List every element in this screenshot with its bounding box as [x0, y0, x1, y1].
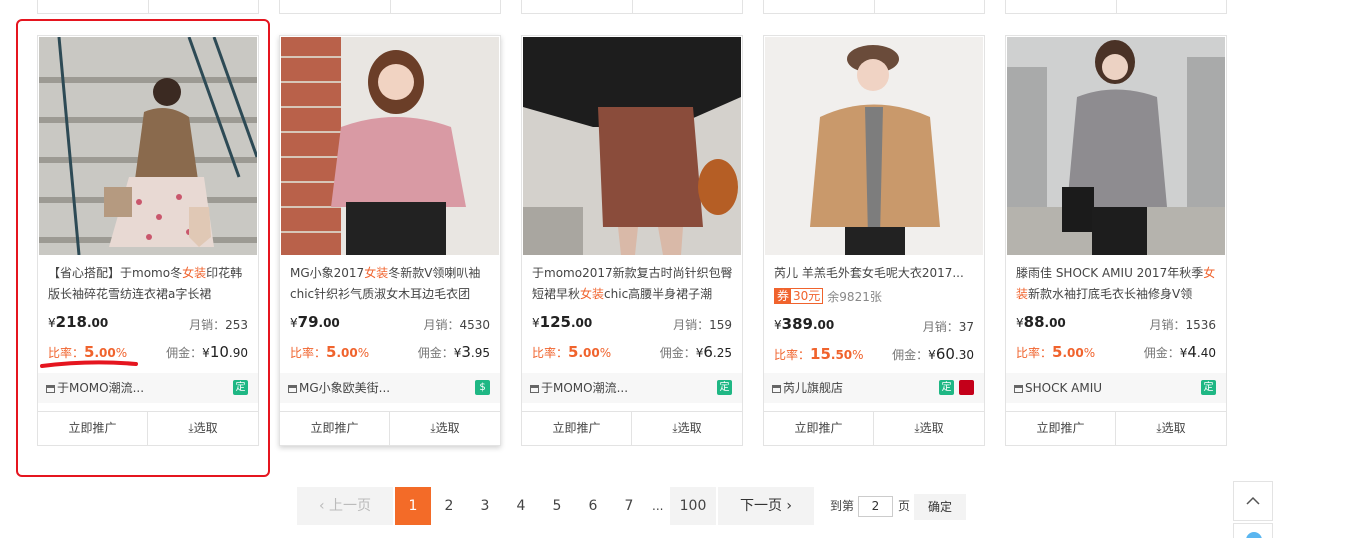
shop-row[interactable]: 于MOMO潮流... 定: [522, 373, 742, 403]
chevron-left-icon: ‹: [318, 498, 330, 514]
page-number-input[interactable]: 2: [858, 496, 893, 517]
product-card[interactable]: 芮儿 羊羔毛外套女毛呢大衣2017... 券 30元 余9821张 ¥389.00 …: [763, 35, 985, 446]
select-button[interactable]: ⤓选取: [1116, 412, 1226, 445]
card-actions: 立即推广 ⤓选取: [764, 411, 984, 445]
money-bag-icon: $: [475, 380, 490, 395]
shop-row[interactable]: SHOCK AMIU 定: [1006, 373, 1226, 403]
product-card[interactable]: 滕雨佳 SHOCK AMIU 2017年秋季女装新款水袖打底毛衣长袖修身V领 ¥…: [1005, 35, 1227, 446]
product-title[interactable]: MG小象2017女装冬新款V领喇叭袖chic针织衫气质淑女木耳边毛衣团: [290, 263, 492, 305]
ding-badge-icon: 定: [717, 380, 732, 395]
promote-button[interactable]: 立即推广: [1006, 412, 1116, 445]
customer-service-button[interactable]: [1233, 523, 1273, 538]
page-button-1[interactable]: 1: [395, 487, 431, 525]
page-button-6[interactable]: 6: [575, 487, 611, 525]
page-button-5[interactable]: 5: [539, 487, 575, 525]
confirm-page-button[interactable]: 确定: [914, 494, 966, 520]
page-unit-label: 页: [898, 499, 911, 513]
promote-button[interactable]: 立即推广: [764, 412, 874, 445]
product-card-prev-row: [1005, 0, 1227, 14]
shop-row[interactable]: 芮儿旗舰店 定: [764, 373, 984, 403]
highlight-underline: [40, 360, 138, 368]
store-icon: [288, 385, 297, 393]
ding-badge-icon: 定: [939, 380, 954, 395]
card-actions: 立即推广 ⤓选取: [522, 411, 742, 445]
product-price: ¥88.00: [1016, 313, 1066, 331]
coupon-row: 券 30元 余9821张: [774, 286, 882, 306]
card-actions: 立即推广 ⤓选取: [280, 411, 500, 445]
store-icon: [772, 385, 781, 393]
chat-icon: [1246, 532, 1262, 538]
page-button-7[interactable]: 7: [611, 487, 647, 525]
product-price: ¥79.00: [290, 313, 340, 331]
shop-name[interactable]: MG小象欧美街...: [299, 381, 390, 395]
chevron-right-icon: ›: [781, 498, 793, 514]
promote-button[interactable]: 立即推广: [280, 412, 390, 445]
product-price: ¥389.00: [774, 315, 835, 333]
commission-amount: 佣金：¥3.95: [417, 343, 490, 361]
prev-page-button[interactable]: ‹ 上一页: [297, 487, 393, 525]
commission-rate: 比率：5.00%: [532, 343, 612, 361]
product-card-prev-row: [37, 0, 259, 14]
goto-label: 到第: [830, 499, 855, 513]
commission-amount: 佣金：¥60.30: [892, 345, 974, 363]
commission-amount: 佣金：¥6.25: [659, 343, 732, 361]
coupon-remaining: 余9821张: [827, 290, 882, 304]
tmall-icon: [959, 380, 974, 395]
product-image[interactable]: [1007, 37, 1225, 255]
commission-rate: 比率：5.00%: [1016, 343, 1096, 361]
page-button-4[interactable]: 4: [503, 487, 539, 525]
select-button[interactable]: ⤓选取: [874, 412, 984, 445]
monthly-sales: 月销：37: [922, 320, 974, 334]
coupon-badge[interactable]: 券 30元: [774, 288, 824, 304]
pagination-ellipsis: ...: [652, 499, 664, 513]
product-image[interactable]: [765, 37, 983, 255]
monthly-sales: 月销：4530: [423, 318, 490, 332]
monthly-sales: 月销：159: [673, 318, 732, 332]
commission-amount: 佣金：¥4.40: [1143, 343, 1216, 361]
select-button[interactable]: ⤓选取: [390, 412, 500, 445]
commission-rate: 比率：5.00%: [290, 343, 370, 361]
store-icon: [530, 385, 539, 393]
monthly-sales: 月销：1536: [1149, 318, 1216, 332]
product-card[interactable]: 于momo2017新款复古时尚针织包臀短裙早秋女装chic高腰半身裙子潮 ¥12…: [521, 35, 743, 446]
page-button-2[interactable]: 2: [431, 487, 467, 525]
card-actions: 立即推广 ⤓选取: [1006, 411, 1226, 445]
product-card-prev-row: [521, 0, 743, 14]
shop-name[interactable]: 芮儿旗舰店: [783, 381, 843, 395]
back-to-top-button[interactable]: [1233, 481, 1273, 521]
ding-badge-icon: 定: [1201, 380, 1216, 395]
page-button-3[interactable]: 3: [467, 487, 503, 525]
shop-name[interactable]: SHOCK AMIU: [1025, 381, 1102, 395]
product-price: ¥125.00: [532, 313, 593, 331]
product-title[interactable]: 于momo2017新款复古时尚针织包臀短裙早秋女装chic高腰半身裙子潮: [532, 263, 734, 305]
chevron-up-icon: [1246, 496, 1260, 505]
product-image[interactable]: [281, 37, 499, 255]
product-card[interactable]: MG小象2017女装冬新款V领喇叭袖chic针织衫气质淑女木耳边毛衣团 ¥79.…: [279, 35, 501, 446]
product-grid-page: 【省心搭配】于momo冬女装印花韩版长袖碎花雪纺连衣裙a字长裙 ¥218.00 …: [0, 0, 1358, 538]
select-button[interactable]: ⤓选取: [632, 412, 742, 445]
highlight-annotation-box: [16, 19, 270, 477]
promote-button[interactable]: 立即推广: [522, 412, 632, 445]
shop-row[interactable]: MG小象欧美街... $: [280, 373, 500, 403]
product-card-prev-row: [279, 0, 501, 14]
product-image[interactable]: [523, 37, 741, 255]
next-page-button[interactable]: 下一页 ›: [718, 487, 814, 525]
product-title[interactable]: 滕雨佳 SHOCK AMIU 2017年秋季女装新款水袖打底毛衣长袖修身V领: [1016, 263, 1218, 305]
page-button-last[interactable]: 100: [670, 487, 716, 525]
commission-rate: 比率：15.50%: [774, 345, 864, 363]
shop-name[interactable]: 于MOMO潮流...: [541, 381, 628, 395]
product-card-prev-row: [763, 0, 985, 14]
store-icon: [1014, 385, 1023, 393]
